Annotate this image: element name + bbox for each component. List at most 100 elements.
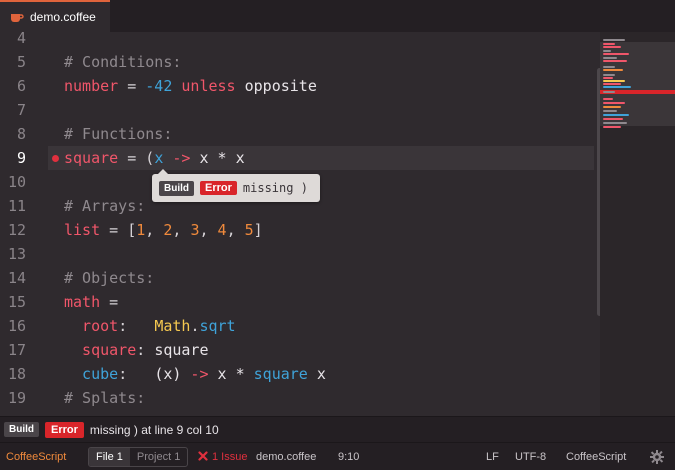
code-line[interactable]: # Splats: [64, 386, 145, 410]
tab-project-scope[interactable]: Project 1 [130, 448, 187, 466]
code-token: unless [172, 77, 245, 95]
tab-label: demo.coffee [30, 10, 96, 24]
code-token: number [64, 77, 119, 95]
code-token: = [ [100, 221, 137, 239]
code-editor[interactable]: 4 5 6 7 8 9 10 11 12 13 14 15 16 17 18 19 # Conditions:… [0, 32, 600, 416]
code-token: : [118, 365, 155, 383]
code-token: Math [154, 317, 191, 335]
code-token: -42 [145, 77, 173, 95]
linter-scope-tabs: File 1 Project 1 [88, 447, 189, 467]
minimap-line [603, 53, 629, 55]
code-line[interactable]: number = -42 unless opposite [64, 74, 317, 98]
line-number[interactable]: 9 [0, 146, 26, 170]
code-line[interactable]: root: Math.sqrt [64, 314, 236, 338]
code-line[interactable]: math = [64, 290, 118, 314]
minimap-line [603, 77, 613, 79]
status-encoding[interactable]: UTF-8 [515, 443, 546, 470]
line-number[interactable]: 13 [0, 242, 26, 266]
minimap-line [603, 69, 623, 71]
line-number-gutter[interactable]: 4 5 6 7 8 9 10 11 12 13 14 15 16 17 18 19 [0, 32, 48, 416]
code-line[interactable]: square = (x -> x * x [64, 146, 245, 170]
code-token: = [118, 77, 146, 95]
minimap-line [603, 50, 611, 52]
code-area[interactable]: # Conditions: number = -42 unless opposit… [64, 32, 594, 416]
line-number[interactable]: 14 [0, 266, 26, 290]
line-number[interactable]: 8 [0, 122, 26, 146]
gear-icon[interactable] [650, 450, 664, 464]
code-line[interactable]: square: square [64, 338, 209, 362]
code-token: # Arrays: [64, 197, 146, 215]
status-grammar[interactable]: CoffeeScript [566, 443, 626, 470]
line-number[interactable]: 5 [0, 50, 26, 74]
code-token: list [64, 221, 101, 239]
code-line[interactable]: list = [1, 2, 3, 4, 5] [64, 218, 263, 242]
line-number[interactable]: 10 [0, 170, 26, 194]
status-cursor-position[interactable]: 9:10 [338, 443, 359, 470]
code-token: , [199, 221, 218, 239]
panel-error-badge: Error [45, 421, 84, 438]
tab-demo-coffee[interactable]: demo.coffee [0, 0, 110, 32]
linter-panel[interactable]: Build Error missing ) at line 9 col 10 [0, 416, 675, 442]
code-token: sqrt [199, 317, 236, 335]
line-number[interactable]: 17 [0, 338, 26, 362]
minimap-line [603, 106, 621, 108]
minimap-line [603, 43, 615, 45]
line-number[interactable]: 4 [0, 32, 26, 50]
line-number[interactable]: 12 [0, 218, 26, 242]
code-token: square [154, 341, 209, 359]
panel-build-badge: Build [4, 422, 39, 437]
code-token: 4 [217, 221, 227, 239]
minimap-line [603, 80, 625, 82]
code-token: opposite [244, 77, 317, 95]
status-issues[interactable]: 1 Issue [198, 443, 247, 470]
line-number[interactable]: 16 [0, 314, 26, 338]
code-line[interactable]: # Arrays: [64, 194, 145, 218]
code-token: , [145, 221, 164, 239]
minimap-line [603, 114, 629, 116]
code-token: -> [181, 365, 218, 383]
code-token: square [253, 365, 308, 383]
tooltip-message: missing ) [242, 181, 308, 195]
code-line[interactable]: # Functions: [64, 122, 172, 146]
minimap-line [603, 57, 617, 59]
code-token: # Conditions: [64, 53, 182, 71]
minimap-line [603, 98, 613, 100]
code-token: square [64, 341, 137, 359]
minimap-line [603, 83, 621, 85]
minimap-line [603, 66, 615, 68]
status-grammar-left[interactable]: CoffeeScript [6, 443, 66, 470]
code-line[interactable]: # Conditions: [64, 50, 181, 74]
code-token: : [136, 341, 155, 359]
line-number[interactable]: 11 [0, 194, 26, 218]
error-marker-icon[interactable] [52, 155, 59, 162]
code-token: : [118, 317, 155, 335]
minimap-line [603, 91, 615, 93]
coffee-icon [10, 10, 24, 24]
status-filename[interactable]: demo.coffee [256, 443, 316, 470]
code-token: cube [64, 365, 119, 383]
minimap[interactable] [600, 32, 675, 416]
code-token: x [307, 365, 326, 383]
status-line-ending[interactable]: LF [486, 443, 499, 470]
minimap-line [603, 74, 615, 76]
line-number[interactable]: 18 [0, 362, 26, 386]
line-number[interactable]: 6 [0, 74, 26, 98]
code-token: # Objects: [64, 269, 155, 287]
code-token: = [100, 293, 119, 311]
line-number[interactable]: 7 [0, 98, 26, 122]
code-token: # Functions: [64, 125, 173, 143]
tab-file-scope[interactable]: File 1 [89, 448, 130, 466]
code-token: x * [217, 365, 254, 383]
panel-error-message[interactable]: missing ) at line 9 col 10 [90, 423, 219, 437]
code-line[interactable]: cube: (x) -> x * square x [64, 362, 326, 386]
code-token: x * x [199, 149, 245, 167]
code-token: 5 [244, 221, 254, 239]
minimap-line [603, 60, 627, 62]
line-number[interactable]: 15 [0, 290, 26, 314]
code-line[interactable]: # Objects: [64, 266, 154, 290]
error-x-icon [198, 451, 208, 461]
minimap-line [603, 46, 621, 48]
tab-bar: demo.coffee [0, 0, 675, 32]
line-number[interactable]: 19 [0, 386, 26, 410]
lint-tooltip: Build Error missing ) [152, 169, 320, 202]
